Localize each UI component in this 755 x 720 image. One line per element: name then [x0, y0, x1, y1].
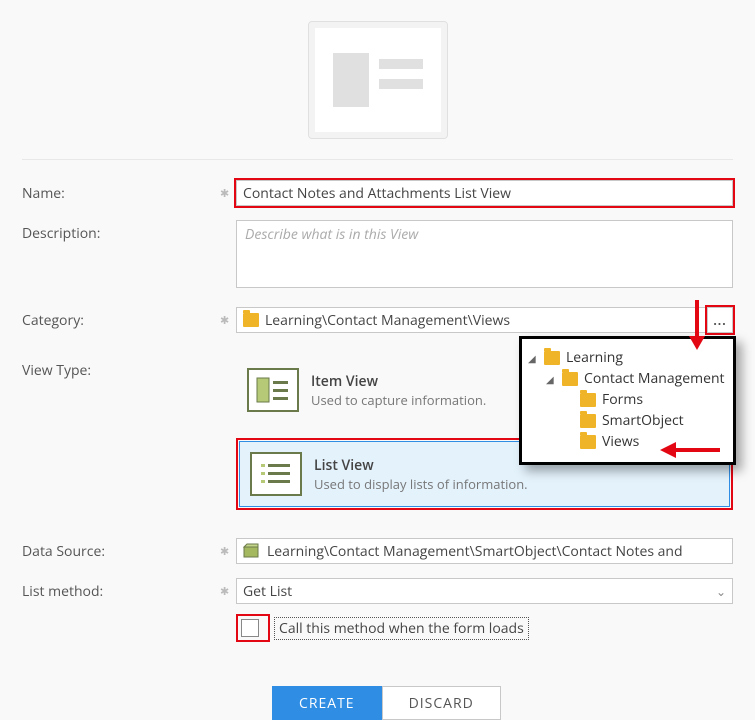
- name-label: Name:: [22, 180, 220, 203]
- data-source-display[interactable]: Learning\Contact Management\SmartObject\…: [236, 538, 733, 564]
- required-star-icon: ✱: [220, 180, 236, 201]
- annotation-arrow-left-icon: [660, 440, 720, 460]
- folder-icon: [580, 435, 596, 449]
- required-star-spacer: [220, 220, 236, 226]
- tree-node-learning[interactable]: ◢ Learning: [528, 347, 727, 368]
- required-star-icon: ✱: [220, 578, 236, 599]
- category-label: Category:: [22, 307, 220, 330]
- call-on-load-label: Call this method when the form loads: [274, 617, 529, 640]
- folder-icon: [243, 313, 259, 327]
- chevron-down-icon: ⌄: [716, 583, 726, 600]
- call-on-load-checkbox[interactable]: [241, 619, 259, 637]
- folder-icon: [544, 351, 560, 365]
- category-browse-button[interactable]: ...: [707, 307, 733, 333]
- tree-label: Contact Management: [584, 369, 725, 388]
- tree-collapse-icon[interactable]: ◢: [528, 351, 538, 365]
- smartobject-icon: [243, 543, 259, 559]
- item-view-desc: Used to capture information.: [311, 391, 486, 409]
- description-textarea[interactable]: [236, 220, 733, 288]
- view-type-label: View Type:: [22, 357, 220, 380]
- discard-button[interactable]: DISCARD: [382, 686, 501, 720]
- header-icon-region: [22, 0, 733, 160]
- name-input[interactable]: [236, 180, 733, 206]
- folder-icon: [580, 414, 596, 428]
- category-display[interactable]: Learning\Contact Management\Views: [236, 307, 707, 333]
- folder-icon: [580, 393, 596, 407]
- tree-node-contact-management[interactable]: ◢ Contact Management: [528, 368, 727, 389]
- data-source-value: Learning\Contact Management\SmartObject\…: [267, 542, 683, 561]
- data-source-label: Data Source:: [22, 538, 220, 561]
- description-label: Description:: [22, 220, 220, 243]
- item-view-title: Item View: [311, 372, 486, 391]
- annotation-arrow-down-icon: [687, 300, 707, 350]
- list-method-value: Get List: [243, 582, 292, 601]
- list-method-select[interactable]: Get List ⌄: [236, 578, 733, 604]
- list-view-title: List View: [314, 456, 528, 475]
- view-type-preview-icon: [308, 21, 448, 139]
- tree-label: Learning: [566, 348, 623, 367]
- folder-icon: [562, 372, 578, 386]
- list-method-label: List method:: [22, 578, 220, 601]
- tree-node-smartobject[interactable]: SmartObject: [528, 410, 727, 431]
- tree-node-forms[interactable]: Forms: [528, 389, 727, 410]
- list-view-icon: [250, 452, 302, 496]
- required-star-icon: ✱: [220, 307, 236, 328]
- tree-collapse-icon[interactable]: ◢: [546, 372, 556, 386]
- category-value: Learning\Contact Management\Views: [265, 311, 510, 330]
- list-view-desc: Used to display lists of information.: [314, 475, 528, 493]
- tree-label: Forms: [602, 390, 643, 409]
- item-view-icon: [247, 368, 299, 412]
- tree-label: Views: [602, 432, 639, 451]
- tree-label: SmartObject: [602, 411, 684, 430]
- required-star-icon: ✱: [220, 538, 236, 559]
- create-button[interactable]: CREATE: [272, 686, 382, 720]
